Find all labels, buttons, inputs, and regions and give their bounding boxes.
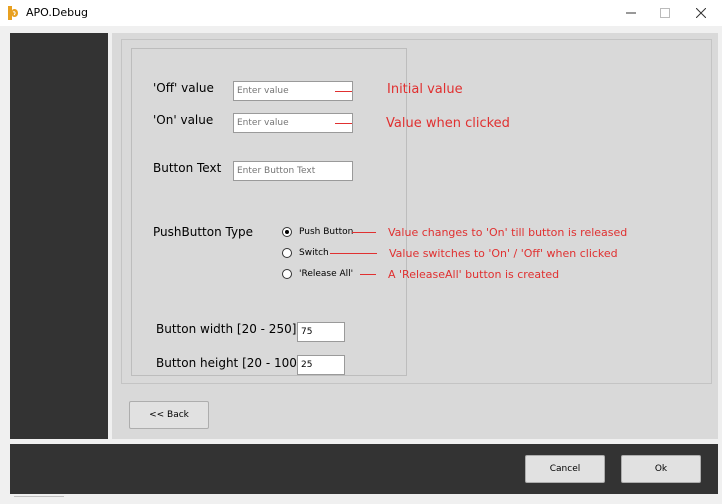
app-logo-icon [8, 6, 18, 20]
maximize-icon [660, 8, 670, 18]
annotation-switch: Value switches to 'On' / 'Off' when clic… [389, 247, 618, 260]
radio-release-all[interactable] [282, 269, 292, 279]
radio-switch[interactable] [282, 248, 292, 258]
sidebar [10, 33, 108, 439]
radio-switch-label[interactable]: Switch [299, 248, 329, 258]
footer-bar [10, 444, 718, 494]
annotation-line-switch [330, 253, 377, 254]
close-button[interactable] [684, 0, 718, 26]
minimize-icon [626, 12, 636, 14]
radio-push-button-label[interactable]: Push Button [299, 227, 353, 237]
minimize-button[interactable] [614, 0, 648, 26]
window-title: APO.Debug [26, 6, 89, 19]
annotation-on: Value when clicked [386, 116, 510, 131]
on-value-label: 'On' value [153, 113, 214, 127]
close-icon [696, 8, 706, 18]
title-bar: APO.Debug [0, 0, 722, 26]
button-height-label: Button height [20 - 100] [156, 356, 302, 370]
radio-release-all-label[interactable]: 'Release All' [299, 269, 353, 279]
cancel-button[interactable]: Cancel [525, 455, 605, 483]
annotation-line-on [335, 123, 352, 124]
radio-push-button[interactable] [282, 227, 292, 237]
button-text-input[interactable] [233, 161, 353, 181]
button-width-input[interactable] [297, 322, 345, 342]
annotation-release-all: A 'ReleaseAll' button is created [388, 268, 560, 281]
button-width-label: Button width [20 - 250] [156, 322, 297, 336]
bottom-edge-mark [14, 496, 64, 504]
ok-button[interactable]: Ok [621, 455, 701, 483]
back-button[interactable]: << Back [129, 401, 209, 429]
pushbutton-type-label: PushButton Type [153, 225, 254, 239]
maximize-button[interactable] [648, 0, 682, 26]
annotation-off: Initial value [387, 82, 463, 97]
annotation-line-push-button [352, 232, 376, 233]
annotation-push-button: Value changes to 'On' till button is rel… [388, 226, 628, 239]
annotation-line-off [335, 91, 352, 92]
button-height-input[interactable] [297, 355, 345, 375]
button-text-label: Button Text [153, 161, 222, 175]
off-value-label: 'Off' value [153, 81, 214, 95]
annotation-line-release-all [360, 274, 376, 275]
